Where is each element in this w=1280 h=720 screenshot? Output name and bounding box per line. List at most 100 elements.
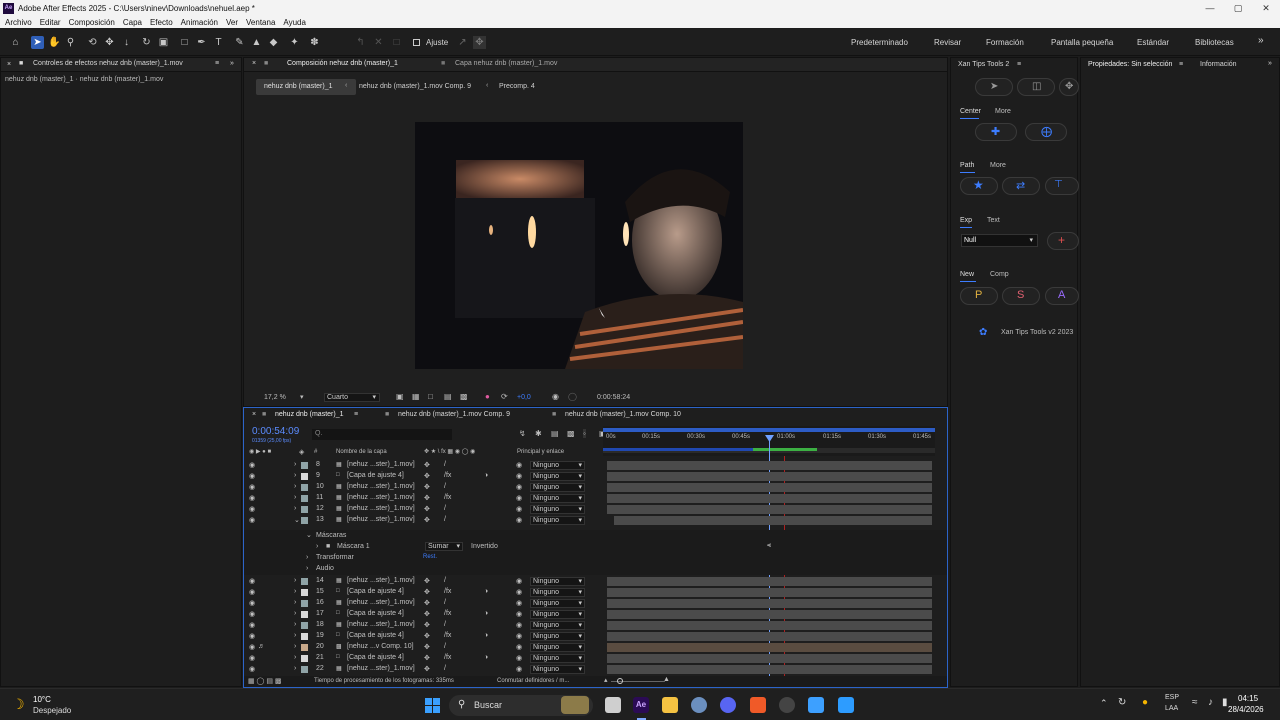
xan-layers-button[interactable]: ◫ [1017,78,1055,96]
chevron-right-icon[interactable]: › [294,599,296,606]
task-view-icon[interactable] [605,697,621,713]
breadcrumb-2[interactable]: nehuz dnb (master)_1.mov Comp. 9 [359,83,471,90]
zoom-in-icon[interactable]: ▲ [663,676,670,683]
parent-dropdown[interactable]: Ninguno ▾ [530,461,585,470]
grid-icon[interactable]: ▩ [460,392,468,401]
layer-name[interactable]: [nehuz ...ster)_1.mov] [347,665,415,672]
shy-switch-icon[interactable]: ✥ [424,505,430,513]
table-row[interactable]: ◉ › 16 ▦ [nehuz ...ster)_1.mov] ✥ / ◉ Ni… [244,598,947,609]
zoom-slider-handle[interactable] [617,678,623,684]
new-a-button[interactable]: A [1045,287,1079,305]
chevron-right-icon[interactable]: › [294,654,296,661]
camera-icon[interactable]: ▣ [157,36,170,49]
layer-name[interactable]: [nehuz ...ster)_1.mov] [347,516,415,523]
shy-switch-icon[interactable]: ✥ [424,472,430,480]
adjustment-switch-icon[interactable]: ◑ [484,632,488,639]
shy-switch-icon[interactable]: ✥ [424,665,430,673]
table-row[interactable]: ◉ ♬ › 20 ▩ [nehuz ...v Comp. 10] ✥ / ◉ N… [244,642,947,653]
eye-icon[interactable]: ◉ [249,461,255,469]
weather-icon[interactable]: ☽ [12,696,25,713]
footer-toggle-icons[interactable]: ▦ ◯ ▤ ▩ [248,677,282,685]
chevron-up-icon[interactable]: ⌃ [1100,698,1108,709]
sync-icon[interactable]: ↻ [1118,697,1126,708]
chevron-right-icon[interactable]: › [306,565,308,572]
snap-c-icon[interactable]: □ [390,36,403,49]
pickwhip-icon[interactable]: ◉ [516,665,522,673]
table-row[interactable]: ◉ › 22 ▦ [nehuz ...ster)_1.mov] ✥ / ◉ Ni… [244,664,947,675]
layer-bar[interactable] [607,654,932,663]
quality-switch-icon[interactable]: / [444,643,446,650]
panel-menu-icon[interactable]: ≡ [354,411,358,418]
audio-icon[interactable]: ♬ [258,643,265,650]
table-row[interactable]: ◉ › 14 ▦ [nehuz ...ster)_1.mov] ✥ / ◉ Ni… [244,576,947,587]
shy-switch-icon[interactable]: ✥ [424,483,430,491]
quality-switch-icon[interactable]: / [444,599,446,606]
settings-icon[interactable] [691,697,707,713]
layer-name[interactable]: [nehuz ...ster)_1.mov] [347,461,415,468]
workspace-estandar[interactable]: Estándar [1137,38,1169,47]
comp-viewer-frame[interactable] [415,122,743,369]
layer-name[interactable]: [nehuz ...ster)_1.mov] [347,577,415,584]
viewer-timecode[interactable]: 0:00:58:24 [597,394,630,401]
mask-view-icon[interactable]: □ [428,392,433,401]
weather-desc[interactable]: Despejado [33,706,71,715]
eye-icon[interactable]: ◉ [249,577,255,585]
work-area-bar[interactable] [603,428,935,432]
pickwhip-icon[interactable]: ◉ [516,577,522,585]
menu-ayuda[interactable]: Ayuda [283,18,306,27]
shy-switch-icon[interactable]: ✥ [424,632,430,640]
table-row[interactable]: ◉ › 15 □ [Capa de ajuste 4] ✥ /fx ◑ ◉ Ni… [244,587,947,598]
fx-switch-icon[interactable]: /fx [444,654,451,661]
toggle-switches-modes[interactable]: Conmutar definidores / m... [497,678,569,684]
expand-panels-icon[interactable]: » [230,60,234,67]
timeline-tab-3[interactable]: nehuz dnb (master)_1.mov Comp. 10 [565,411,681,418]
eye-icon[interactable]: ◉ [249,665,255,673]
snapshot-icon[interactable]: ◉ [552,392,559,401]
menu-ventana[interactable]: Ventana [246,18,275,27]
breadcrumb-1[interactable]: nehuz dnb (master)_1 [264,83,332,90]
layer-name[interactable]: [Capa de ajuste 4] [347,588,404,595]
chevron-right-icon[interactable]: › [294,621,296,628]
reset-link[interactable]: Rest. [423,554,437,560]
snap-checkbox[interactable] [413,39,420,46]
text-icon[interactable]: T [212,36,225,49]
layer-bar[interactable] [607,621,932,630]
close-tab-icon[interactable]: × [7,61,11,68]
panel-menu-icon[interactable]: ≡ [215,60,219,67]
brush-icon[interactable]: ✎ [233,36,246,49]
layer-bar[interactable] [607,610,932,619]
table-row[interactable]: ◉ › 11 ▦ [nehuz ...ster)_1.mov] ✥ /fx ◉ … [244,493,947,504]
menu-capa[interactable]: Capa [123,18,142,27]
layer-name[interactable]: [Capa de ajuste 4] [347,632,404,639]
path-swap-button[interactable]: ⇄ [1002,177,1040,195]
path-star-button[interactable]: ★ [960,177,998,195]
shy-switch-icon[interactable]: ✥ [424,577,430,585]
eye-icon[interactable]: ◉ [249,472,255,480]
table-row[interactable]: ◉ › 21 □ [Capa de ajuste 4] ✥ /fx ◑ ◉ Ni… [244,653,947,664]
discord-icon[interactable] [720,697,736,713]
parent-dropdown[interactable]: Ninguno ▾ [530,610,585,619]
close-icon[interactable]: ✕ [1252,0,1280,16]
label-color[interactable] [301,484,308,491]
menu-efecto[interactable]: Efecto [150,18,173,27]
layer-name[interactable]: [Capa de ajuste 4] [347,610,404,617]
pickwhip-icon[interactable]: ◉ [516,632,522,640]
pickwhip-icon[interactable]: ◉ [516,599,522,607]
clone-icon[interactable]: ▲ [250,36,263,49]
table-row[interactable]: ◉ › 8 ▦ [nehuz ...ster)_1.mov] ✥ / ◉ Nin… [244,460,947,471]
region-icon[interactable]: ▣ [396,392,404,401]
pickwhip-icon[interactable]: ◉ [516,516,522,524]
maximize-icon[interactable]: ▢ [1224,0,1252,16]
hand-icon[interactable]: ✋ [48,36,61,49]
quality-switch-icon[interactable]: / [444,516,446,523]
layer-name[interactable]: [nehuz ...ster)_1.mov] [347,494,415,501]
xan-tab-text[interactable]: Text [987,217,1000,224]
eye-icon[interactable]: ◉ [249,632,255,640]
timeline-tab-2[interactable]: nehuz dnb (master)_1.mov Comp. 9 [398,411,510,418]
layer-bar[interactable] [607,588,932,597]
xan-tab-more-1[interactable]: More [995,108,1011,115]
layer-name[interactable]: [nehuz ...v Comp. 10] [347,643,414,650]
chevron-right-icon[interactable]: › [294,588,296,595]
pickwhip-icon[interactable]: ◉ [516,621,522,629]
layer-name[interactable]: [Capa de ajuste 4] [347,654,404,661]
